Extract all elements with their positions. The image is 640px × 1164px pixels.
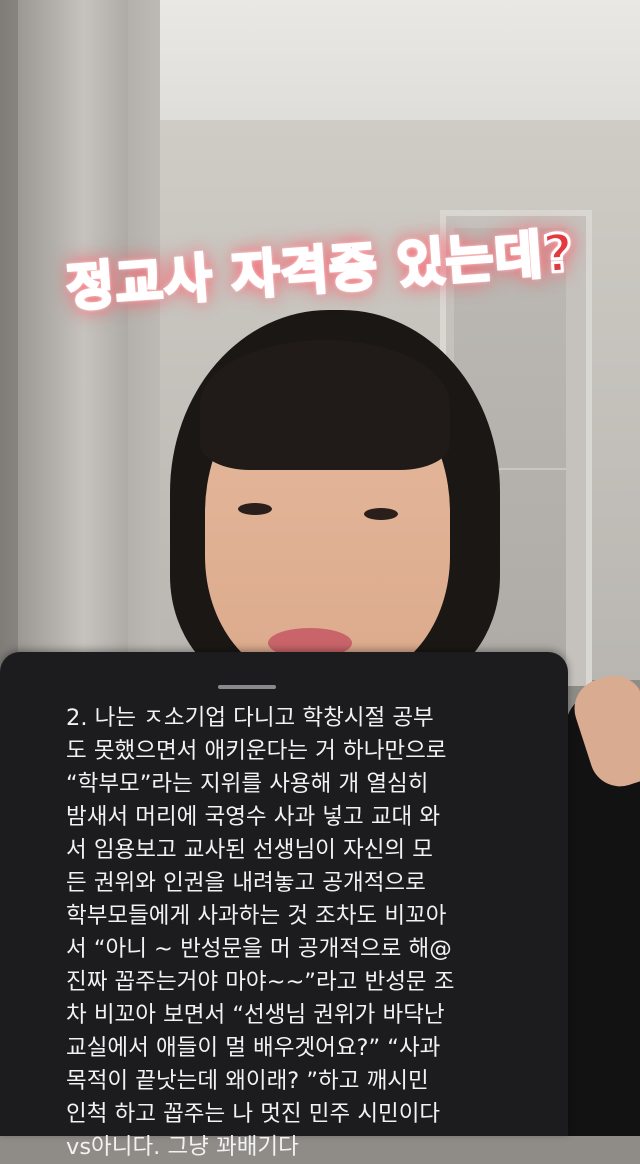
text-line: 목적이 끝낫는데 왜이래? ”하고 깨시민 <box>66 1068 429 1094</box>
text-line: 교실에서 애들이 멀 배우겟어요?” “사과 <box>66 1035 441 1061</box>
wall-pillar <box>18 0 128 700</box>
person-left-eye <box>238 503 272 515</box>
person-fringe <box>200 340 450 470</box>
text-line: 학부모들에게 사과하는 것 조차도 비꼬아 <box>66 903 447 929</box>
text-line: 든 권위와 인권을 내려놓고 공개적으로 <box>66 870 426 896</box>
text-line: “학부모”라는 지위를 사용해 개 열심히 <box>66 771 429 797</box>
text-panel: 2. 나는 ㅈ소기업 다니고 학창시절 공부 도 못했으면서 애키운다는 거 하… <box>0 652 568 1160</box>
text-line: 서 임용보고 교사된 선생님이 자신의 모 <box>66 837 433 863</box>
text-line: 서 “아니 ~ 반성문을 머 공개적으로 해@ <box>66 936 452 962</box>
text-line: 2. 나는 ㅈ소기업 다니고 학창시절 공부 <box>66 705 434 731</box>
text-line: 차 비꼬아 보면서 “선생님 권위가 바닥난 <box>66 1002 445 1028</box>
person-right-eye <box>364 508 398 520</box>
text-line: 인척 하고 꼽주는 나 멋진 민주 시민이다 <box>66 1101 441 1127</box>
text-line: 밤새서 머리에 국영수 사과 넣고 교대 와 <box>66 804 441 830</box>
panel-drag-handle[interactable] <box>218 685 276 689</box>
text-line: 진짜 꼽주는거야 마야~~”라고 반성문 조 <box>66 969 455 995</box>
text-line: 도 못했으면서 애키운다는 거 하나만으로 <box>66 738 447 764</box>
panel-body-text: 2. 나는 ㅈ소기업 다니고 학창시절 공부 도 못했으면서 애키운다는 거 하… <box>66 702 506 1164</box>
